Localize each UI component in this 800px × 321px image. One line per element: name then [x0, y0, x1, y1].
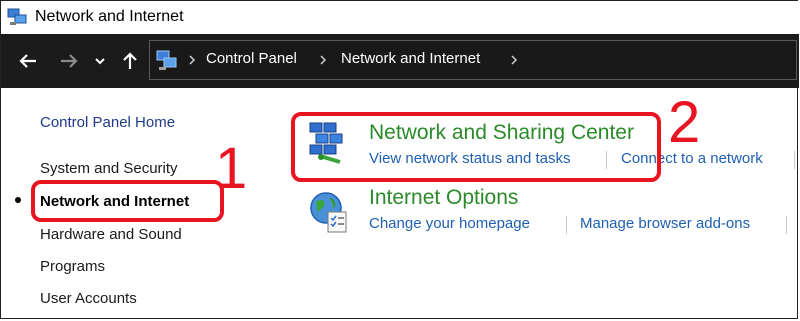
chevron-right-icon[interactable]	[317, 51, 329, 69]
task-link-manage-browser-addons[interactable]: Manage browser add-ons	[580, 215, 750, 232]
task-separator	[794, 151, 795, 169]
back-button[interactable]	[15, 48, 41, 74]
task-separator	[786, 216, 787, 234]
arrow-right-icon	[61, 54, 78, 68]
sidebar-item-hardware-and-sound[interactable]: Hardware and Sound	[40, 226, 182, 243]
breadcrumb-control-panel[interactable]: Control Panel	[206, 50, 297, 67]
annotation-box-2	[291, 112, 661, 182]
chevron-down-icon	[95, 58, 105, 65]
address-bar: Control Panel Network and Internet	[1, 34, 799, 88]
network-globe-icon	[7, 8, 27, 25]
arrow-up-icon	[123, 52, 137, 69]
sidebar-item-system-and-security[interactable]: System and Security	[40, 160, 178, 177]
recent-locations-button[interactable]	[91, 48, 109, 74]
internet-options-icon[interactable]	[306, 190, 350, 234]
task-link-change-homepage[interactable]: Change your homepage	[369, 215, 530, 232]
address-box[interactable]: Control Panel Network and Internet	[149, 40, 797, 80]
sidebar-item-control-panel-home[interactable]: Control Panel Home	[40, 114, 175, 131]
chevron-right-icon	[189, 55, 196, 65]
annotation-number-1: 1	[215, 136, 248, 201]
breadcrumb-network-and-internet[interactable]: Network and Internet	[341, 50, 480, 67]
arrow-left-icon	[19, 54, 36, 68]
sidebar-item-user-accounts[interactable]: User Accounts	[40, 290, 137, 307]
up-button[interactable]	[117, 48, 143, 74]
selected-bullet	[15, 197, 21, 203]
control-panel-icon	[156, 50, 177, 70]
annotation-number-2: 2	[668, 90, 701, 155]
window-title: Network and Internet	[35, 8, 184, 25]
task-separator	[566, 216, 567, 234]
category-title-internet-options[interactable]: Internet Options	[369, 186, 518, 210]
annotation-box-1	[31, 180, 224, 222]
sidebar-item-programs[interactable]: Programs	[40, 258, 105, 275]
forward-button[interactable]	[56, 48, 82, 74]
chevron-right-icon[interactable]	[508, 51, 520, 69]
title-bar: Network and Internet	[1, 1, 799, 34]
